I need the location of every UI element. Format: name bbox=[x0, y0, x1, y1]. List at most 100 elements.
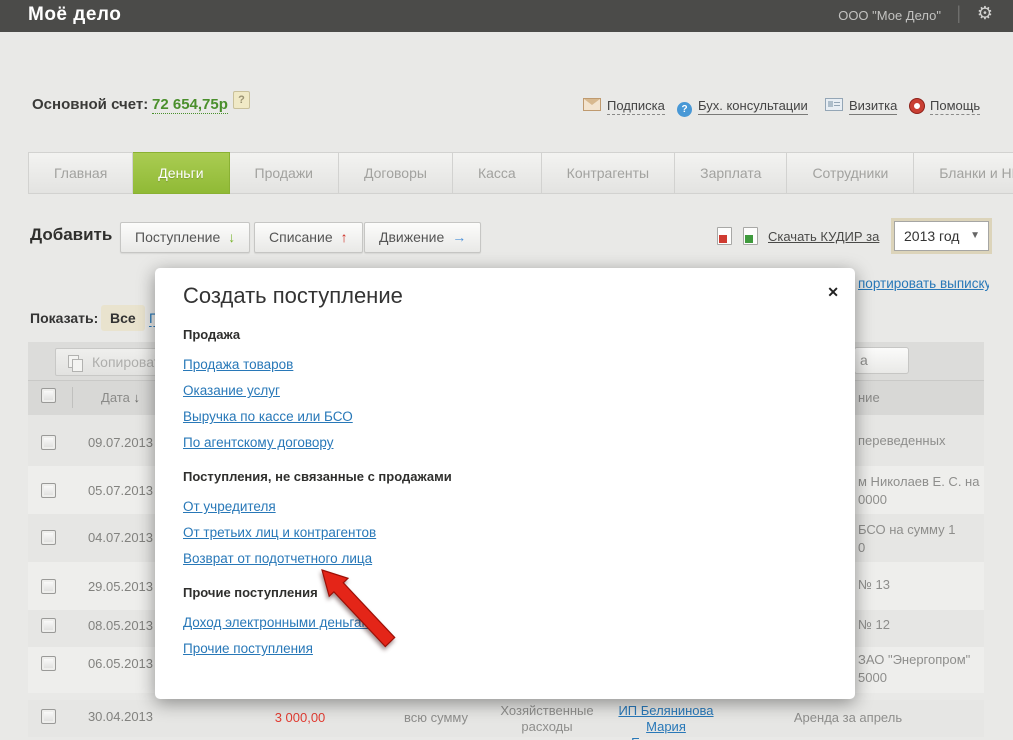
link-from-third-parties[interactable]: От третьих лиц и контрагентов bbox=[183, 525, 376, 540]
link-cash-revenue[interactable]: Выручка по кассе или БСО bbox=[183, 409, 353, 424]
question-icon: ? bbox=[677, 102, 692, 117]
business-card-label: Визитка bbox=[849, 98, 898, 115]
add-receipt-label: Поступление bbox=[135, 229, 221, 245]
link-emoney-income[interactable]: Доход электронными деньгами bbox=[183, 615, 378, 630]
tab-zarplata[interactable]: Зарплата bbox=[675, 152, 788, 194]
tab-sotrudniki[interactable]: Сотрудники bbox=[787, 152, 915, 194]
row-checkbox[interactable] bbox=[41, 435, 56, 450]
row-checkbox[interactable] bbox=[41, 530, 56, 545]
row-text-fragment: № 13 bbox=[858, 577, 891, 592]
account-label: Основной счет: bbox=[32, 96, 149, 113]
add-writeoff-label: Списание bbox=[269, 229, 333, 245]
row-checkbox[interactable] bbox=[41, 483, 56, 498]
consultations-label: Бух. консультации bbox=[698, 98, 808, 115]
add-label: Добавить bbox=[30, 225, 113, 244]
row-checkbox[interactable] bbox=[41, 618, 56, 633]
lifebuoy-icon bbox=[910, 99, 924, 113]
download-kudir-link[interactable]: Скачать КУДИР за bbox=[768, 229, 879, 244]
tab-kontragenty[interactable]: Контрагенты bbox=[541, 152, 676, 194]
row-amount: 3 000,00 bbox=[274, 710, 326, 725]
row-amount-note: всю сумму bbox=[404, 710, 468, 725]
add-writeoff-button[interactable]: Списание ↑ bbox=[254, 222, 363, 253]
company-name: ООО "Мое Дело" bbox=[838, 8, 941, 23]
app-logo[interactable]: Моё дело bbox=[28, 4, 121, 26]
row-checkbox[interactable] bbox=[41, 709, 56, 724]
page: Моё дело ООО "Мое Дело" | ⚙ Основной сче… bbox=[0, 0, 1013, 740]
business-card-link[interactable]: Визитка bbox=[825, 98, 898, 115]
row-checkbox[interactable] bbox=[41, 656, 56, 671]
add-movement-button[interactable]: Движение → bbox=[364, 222, 482, 253]
help-link[interactable]: Помощь bbox=[910, 98, 981, 115]
row-checkbox[interactable] bbox=[41, 579, 56, 594]
envelope-icon bbox=[583, 98, 601, 111]
header-divider: | bbox=[956, 3, 961, 23]
link-services[interactable]: Оказание услуг bbox=[183, 383, 280, 398]
row-text-fragment: ЗАО "Энергопром" bbox=[858, 652, 971, 667]
tab-prodazhi[interactable]: Продажи bbox=[229, 152, 339, 194]
add-movement-label: Движение bbox=[379, 229, 445, 245]
row-counterparty: ИП Белянинова Мария Евгеньевна bbox=[611, 703, 721, 740]
counterparty-link[interactable]: Мария Евгеньевна bbox=[611, 719, 721, 740]
link-other-receipts[interactable]: Прочие поступления bbox=[183, 641, 313, 656]
tab-kassa[interactable]: Касса bbox=[452, 152, 542, 194]
row-date: 08.05.2013 bbox=[87, 618, 154, 633]
arrow-down-icon: ↓ bbox=[228, 229, 236, 245]
add-receipt-button[interactable]: Поступление ↓ bbox=[120, 222, 251, 253]
consultations-link[interactable]: ? Бух. консультации bbox=[677, 98, 808, 117]
close-icon[interactable]: ✕ bbox=[827, 285, 839, 299]
section-heading-nonsale: Поступления, не связанные с продажами bbox=[183, 469, 452, 484]
row-text-fragment: переведенных bbox=[858, 433, 946, 448]
link-sale-goods[interactable]: Продажа товаров bbox=[183, 357, 293, 372]
main-nav: Главная Деньги Продажи Договоры Касса Ко… bbox=[28, 152, 1013, 194]
toolbar-partial-button[interactable]: а bbox=[854, 347, 909, 374]
import-statement-link[interactable]: портировать выписку bbox=[858, 276, 989, 291]
column-header-fragment: ние bbox=[858, 390, 880, 405]
row-date: 29.05.2013 bbox=[87, 579, 154, 594]
row-category-line2: расходы bbox=[521, 719, 573, 734]
row-text-fragment: БСО на сумму 1 bbox=[858, 522, 956, 537]
row-text-fragment: 5000 bbox=[858, 670, 887, 685]
link-from-founder[interactable]: От учредителя bbox=[183, 499, 276, 514]
row-date: 05.07.2013 bbox=[87, 483, 154, 498]
counterparty-link[interactable]: ИП Белянинова bbox=[611, 703, 721, 719]
tab-dogovory[interactable]: Договоры bbox=[339, 152, 453, 194]
card-icon bbox=[825, 98, 843, 111]
section-heading-sale: Продажа bbox=[183, 327, 241, 342]
modal-title: Создать поступление bbox=[183, 283, 403, 308]
copy-icon bbox=[68, 355, 83, 372]
create-receipt-modal: Создать поступление ✕ Продажа Продажа то… bbox=[155, 268, 855, 699]
arrow-right-icon: → bbox=[452, 229, 467, 245]
arrow-up-icon: ↑ bbox=[340, 229, 348, 245]
year-select[interactable]: 2013 год ▼ bbox=[894, 221, 989, 251]
account-balance-link[interactable]: 72 654,75р bbox=[152, 96, 228, 114]
select-all-checkbox[interactable] bbox=[41, 388, 56, 403]
help-question-icon[interactable]: ? bbox=[233, 91, 250, 109]
tab-glavnaya[interactable]: Главная bbox=[28, 152, 134, 194]
tab-blanki[interactable]: Бланки и НПД bbox=[914, 152, 1013, 194]
subscription-label: Подписка bbox=[607, 98, 665, 115]
link-return-accountable[interactable]: Возврат от подотчетного лица bbox=[183, 551, 372, 566]
help-label: Помощь bbox=[930, 98, 981, 115]
filter-all-chip[interactable]: Все bbox=[101, 305, 145, 331]
tab-dengi[interactable]: Деньги bbox=[133, 152, 230, 194]
row-text-fragment: № 12 bbox=[858, 617, 891, 632]
column-header-date[interactable]: Дата ↓ bbox=[78, 390, 163, 405]
year-select-value: 2013 год bbox=[904, 228, 960, 244]
row-text-fragment: м Николаев Е. С. на bbox=[858, 474, 980, 489]
date-header-label: Дата bbox=[101, 390, 130, 405]
chevron-down-icon: ▼ bbox=[970, 230, 980, 241]
column-divider bbox=[72, 387, 73, 408]
sort-down-icon: ↓ bbox=[133, 390, 140, 405]
row-purpose: Аренда за апрель bbox=[793, 710, 903, 725]
section-heading-other: Прочие поступления bbox=[183, 585, 318, 600]
row-date: 30.04.2013 bbox=[87, 709, 154, 724]
gear-icon[interactable]: ⚙ bbox=[977, 3, 993, 24]
excel-icon[interactable] bbox=[743, 227, 758, 245]
row-category-line1: Хозяйственные bbox=[500, 703, 594, 718]
subscription-link[interactable]: Подписка bbox=[583, 98, 665, 115]
pdf-icon[interactable] bbox=[717, 227, 732, 245]
row-text-fragment: 0 bbox=[858, 540, 866, 555]
row-text-fragment: 0000 bbox=[858, 492, 887, 507]
link-agent-contract[interactable]: По агентскому договору bbox=[183, 435, 334, 450]
row-date: 06.05.2013 bbox=[87, 656, 154, 671]
